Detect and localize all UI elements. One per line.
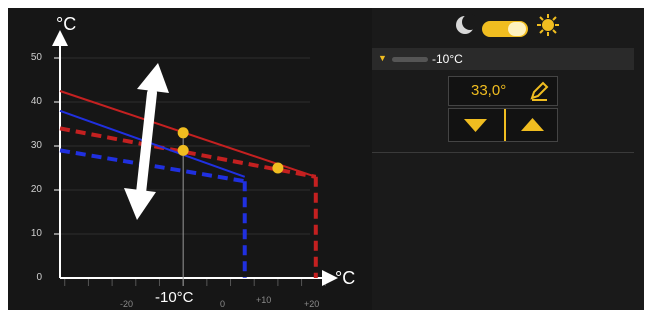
decrease-button[interactable]	[449, 109, 502, 141]
toggle-knob	[508, 22, 526, 36]
blurred-label	[392, 57, 428, 62]
y-tick-label: 0	[36, 272, 42, 283]
y-tick-label: 10	[30, 228, 42, 239]
pencil-icon[interactable]	[529, 81, 549, 101]
moon-icon[interactable]	[454, 14, 476, 36]
y-tick-label: 30	[30, 140, 42, 151]
setpoint-value: 33,0°	[471, 82, 507, 99]
divider	[372, 152, 634, 153]
control-panel: ▼ -10°C 33,0°	[372, 8, 644, 310]
x-tick-label: +10	[256, 295, 272, 305]
increase-button[interactable]	[504, 109, 559, 141]
curve-drops	[242, 176, 318, 278]
y-axis-unit: °C	[56, 14, 77, 34]
curve-point	[272, 162, 284, 174]
x-axis-unit: °C	[335, 268, 356, 288]
series-line	[59, 148, 246, 184]
x-tick-label: +20	[304, 299, 320, 309]
mode-bar	[372, 8, 644, 42]
curve-point	[177, 144, 189, 156]
heating-curve-chart	[52, 30, 338, 286]
band-temp-label: -10°C	[432, 52, 463, 66]
y-tick-label: 20	[30, 184, 42, 195]
setpoint-value-box[interactable]: 33,0°	[448, 76, 558, 106]
sun-icon[interactable]	[536, 13, 560, 37]
triangle-down-icon: ▼	[378, 53, 387, 63]
x-tick-label: -20	[120, 299, 134, 309]
day-night-toggle[interactable]	[482, 21, 528, 37]
heating-curve-screen: °C °C 50 40 30 20 10 0 -20 0 +10 +20 -10…	[8, 8, 644, 310]
selected-outdoor-temp: -10°C	[155, 289, 194, 306]
triangle-down-icon	[464, 119, 487, 132]
x-minor-ticks	[64, 279, 326, 286]
y-tick-label: 50	[30, 52, 42, 63]
triangle-up-icon	[521, 118, 544, 131]
setpoint-buttons	[448, 108, 558, 142]
x-tick-label: 0	[220, 299, 226, 309]
curve-point	[177, 127, 189, 139]
outdoor-temp-band[interactable]: ▼ -10°C	[372, 48, 634, 70]
y-tick-label: 40	[30, 96, 42, 107]
